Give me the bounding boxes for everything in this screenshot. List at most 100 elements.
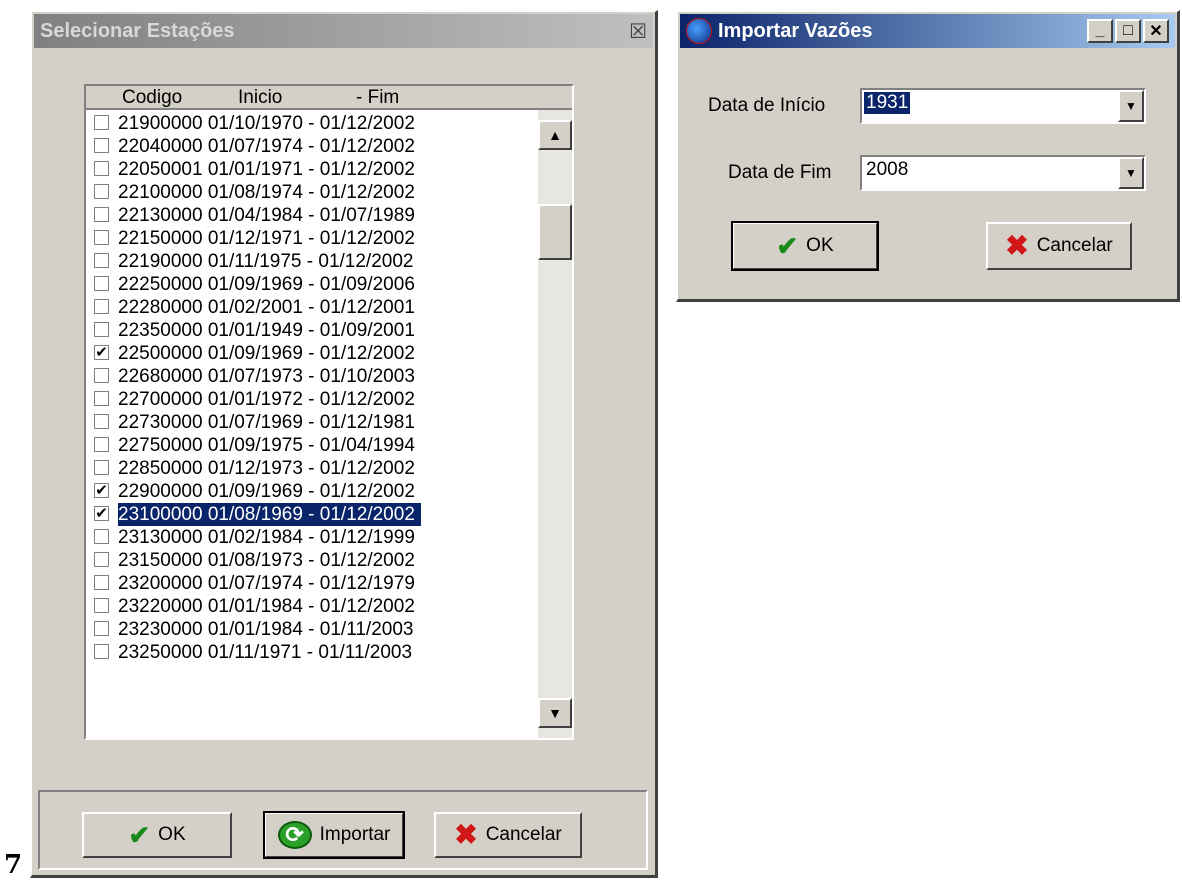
table-row[interactable]: 22730000 01/07/1969 - 01/12/1981 [90,411,538,434]
table-row[interactable]: 22050001 01/01/1971 - 01/12/2002 [90,158,538,181]
row-checkbox[interactable] [94,299,109,314]
start-date-combobox[interactable]: 1931 ▼ [860,88,1146,124]
table-row[interactable]: 22250000 01/09/1969 - 01/09/2006 [90,273,538,296]
select-stations-dialog: Selecionar Estações ☒ Codigo Inicio - Fi… [30,10,658,878]
cancel-label: Cancelar [1036,235,1113,256]
table-row[interactable]: 23130000 01/02/1984 - 01/12/1999 [90,526,538,549]
table-row[interactable]: 22700000 01/01/1972 - 01/12/2002 [90,388,538,411]
column-header-fim[interactable]: - Fim [356,87,399,109]
row-text: 22700000 01/01/1972 - 01/12/2002 [118,389,415,410]
table-row[interactable]: 23230000 01/01/1984 - 01/11/2003 [90,618,538,641]
table-row[interactable]: ✔ 22500000 01/09/1969 - 01/12/2002 [90,342,538,365]
row-checkbox[interactable] [94,276,109,291]
row-checkbox[interactable] [94,644,109,659]
row-checkbox[interactable] [94,391,109,406]
row-checkbox[interactable] [94,207,109,222]
select-stations-titlebar[interactable]: Selecionar Estações ☒ [34,14,653,48]
cancel-label: Cancelar [485,824,562,845]
row-checkbox[interactable] [94,621,109,636]
ok-button[interactable]: ✔ OK [82,812,232,858]
row-checkbox[interactable] [94,529,109,544]
row-checkbox[interactable] [94,368,109,383]
import-label: Importar [319,824,391,845]
table-row[interactable]: 23250000 01/11/1971 - 01/11/2003 [90,641,538,664]
row-text: 23200000 01/07/1974 - 01/12/1979 [118,573,415,594]
row-checkbox[interactable] [94,161,109,176]
column-header-codigo[interactable]: Codigo [122,87,182,109]
row-text: 23150000 01/08/1973 - 01/12/2002 [118,550,415,571]
table-row[interactable]: 22040000 01/07/1974 - 01/12/2002 [90,135,538,158]
row-text: 21900000 01/10/1970 - 01/12/2002 [118,113,415,134]
dialog-title: Selecionar Estações [40,19,235,42]
row-checkbox[interactable] [94,253,109,268]
cancel-button[interactable]: ✖ Cancelar [434,812,582,858]
row-checkbox[interactable] [94,437,109,452]
row-checkbox[interactable]: ✔ [94,345,109,360]
row-checkbox[interactable] [94,460,109,475]
row-text: 22900000 01/09/1969 - 01/12/2002 [118,481,415,502]
row-text: 22190000 01/11/1975 - 01/12/2002 [118,251,414,272]
table-row[interactable]: 22150000 01/12/1971 - 01/12/2002 [90,227,538,250]
row-text: 22250000 01/09/1969 - 01/09/2006 [118,274,415,295]
table-row[interactable]: 22680000 01/07/1973 - 01/10/2003 [90,365,538,388]
table-row[interactable]: 22100000 01/08/1974 - 01/12/2002 [90,181,538,204]
row-text: 23130000 01/02/1984 - 01/12/1999 [118,527,415,548]
vertical-scrollbar[interactable]: ▲ ▼ [538,110,572,738]
stations-listbox[interactable]: Codigo Inicio - Fim 21900000 01/10/1970 … [84,84,574,740]
chevron-down-icon[interactable]: ▼ [1118,90,1144,122]
maximize-icon[interactable]: □ [1115,19,1141,43]
row-checkbox[interactable] [94,115,109,130]
column-header-inicio[interactable]: Inicio [238,87,282,109]
end-date-label: Data de Fim [728,162,832,183]
cancel-button[interactable]: ✖ Cancelar [986,222,1132,270]
ok-label: OK [158,824,186,845]
row-text: 22750000 01/09/1975 - 01/04/1994 [118,435,415,456]
table-row[interactable]: 23150000 01/08/1973 - 01/12/2002 [90,549,538,572]
checkmark-icon: ✔ [776,231,799,261]
table-row[interactable]: 22280000 01/02/2001 - 01/12/2001 [90,296,538,319]
start-date-label: Data de Início [708,95,826,116]
globe-icon [686,18,712,44]
row-text: 23220000 01/01/1984 - 01/12/2002 [118,596,415,617]
row-text: 22500000 01/09/1969 - 01/12/2002 [118,343,415,364]
table-row[interactable]: 21900000 01/10/1970 - 01/12/2002 [90,112,538,135]
row-checkbox[interactable]: ✔ [94,506,109,521]
ok-button[interactable]: ✔ OK [731,221,879,271]
import-button[interactable]: ⟳ Importar [263,811,405,859]
page-number: 7 [4,850,23,880]
row-checkbox[interactable] [94,138,109,153]
cancel-x-icon: ✖ [454,819,478,850]
row-checkbox[interactable] [94,184,109,199]
table-row[interactable]: 22350000 01/01/1949 - 01/09/2001 [90,319,538,342]
minimize-icon[interactable]: _ [1087,19,1113,43]
import-flows-titlebar[interactable]: Importar Vazões _ □ ✕ [680,14,1175,48]
table-row[interactable]: 22750000 01/09/1975 - 01/04/1994 [90,434,538,457]
row-checkbox[interactable] [94,414,109,429]
table-row[interactable]: 22190000 01/11/1975 - 01/12/2002 [90,250,538,273]
table-row[interactable]: 22130000 01/04/1984 - 01/07/1989 [90,204,538,227]
chevron-down-icon[interactable]: ▼ [1118,157,1144,189]
scroll-up-button[interactable]: ▲ [538,120,572,150]
row-text: 22730000 01/07/1969 - 01/12/1981 [118,412,415,433]
table-row[interactable]: ✔ 23100000 01/08/1969 - 01/12/2002 [90,503,538,526]
close-icon[interactable]: ☒ [629,19,647,44]
scroll-thumb[interactable] [538,204,572,260]
row-text: 22850000 01/12/1973 - 01/12/2002 [118,458,415,479]
row-checkbox[interactable]: ✔ [94,483,109,498]
list-header: Codigo Inicio - Fim [86,86,572,110]
row-checkbox[interactable] [94,575,109,590]
row-checkbox[interactable] [94,322,109,337]
close-icon[interactable]: ✕ [1143,19,1169,43]
scroll-down-button[interactable]: ▼ [538,698,572,728]
checkmark-icon: ✔ [128,820,151,850]
row-checkbox[interactable] [94,598,109,613]
table-row[interactable]: ✔ 22900000 01/09/1969 - 01/12/2002 [90,480,538,503]
row-text: 22100000 01/08/1974 - 01/12/2002 [118,182,415,203]
row-checkbox[interactable] [94,230,109,245]
table-row[interactable]: 22850000 01/12/1973 - 01/12/2002 [90,457,538,480]
table-row[interactable]: 23200000 01/07/1974 - 01/12/1979 [90,572,538,595]
row-checkbox[interactable] [94,552,109,567]
table-row[interactable]: 23220000 01/01/1984 - 01/12/2002 [90,595,538,618]
end-date-combobox[interactable]: 2008 ▼ [860,155,1146,191]
import-flows-dialog: Importar Vazões _ □ ✕ Data de Início 193… [676,10,1180,302]
